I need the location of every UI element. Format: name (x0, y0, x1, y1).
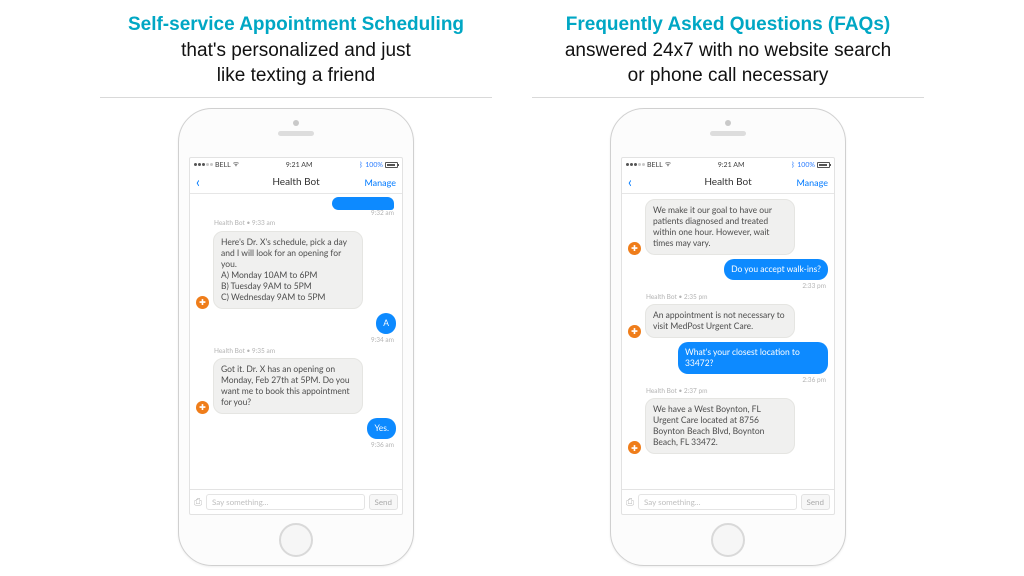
column-scheduling: Self-service Appointment Scheduling that… (100, 12, 492, 576)
manage-button[interactable]: Manage (796, 177, 828, 188)
message-input[interactable]: Say something... (206, 494, 365, 510)
user-message-bubble: What's your closest location to 33472? (678, 342, 828, 374)
divider (532, 97, 924, 98)
battery-pct: 100% (797, 161, 815, 169)
heading-sub1: answered 24x7 with no website search (565, 38, 891, 64)
phone-screen: BELL ᯤ 9:21 AM ᛒ 100% ‹ Health Bot Manag… (189, 157, 403, 515)
message-input[interactable]: Say something... (638, 494, 797, 510)
heading-sub1: that's personalized and just (128, 38, 464, 64)
phone-bottom-bezel (179, 515, 413, 565)
heading-right: Frequently Asked Questions (FAQs) answer… (565, 12, 891, 89)
bot-meta: Health Bot • 2:37 pm (646, 388, 828, 396)
status-time: 9:21 AM (239, 161, 359, 169)
heading-sub2: like texting a friend (128, 63, 464, 89)
location-icon[interactable]: ⎙ (194, 496, 202, 508)
heading-sub2: or phone call necessary (565, 63, 891, 89)
bot-message-bubble: We make it our goal to have our patients… (645, 199, 795, 255)
message-timestamp: 9:32 am (196, 210, 394, 218)
bot-meta: Health Bot • 9:35 am (214, 348, 396, 356)
bot-message-row: ✚ We make it our goal to have our patien… (628, 199, 828, 255)
phone-speaker-icon (278, 131, 314, 136)
status-bar: BELL ᯤ 9:21 AM ᛒ 100% (190, 158, 402, 172)
back-button[interactable]: ‹ (628, 175, 632, 189)
phone-camera-icon (293, 120, 299, 126)
heading-title: Self-service Appointment Scheduling (128, 12, 464, 38)
phone-frame: BELL ᯤ 9:21 AM ᛒ 100% ‹ Health Bot Manag… (610, 108, 846, 566)
bot-text: C) Wednesday 9AM to 5PM (221, 292, 355, 303)
user-message-row: What's your closest location to 33472? (628, 342, 828, 374)
bot-avatar-icon: ✚ (628, 441, 641, 454)
user-message-row: A (196, 313, 396, 334)
home-button[interactable] (711, 523, 745, 557)
back-button[interactable]: ‹ (196, 175, 200, 189)
heading-left: Self-service Appointment Scheduling that… (128, 12, 464, 89)
battery-icon (385, 162, 398, 168)
bot-message-bubble: An appointment is not necessary to visit… (645, 304, 795, 338)
messages-pane[interactable]: ✚ We make it our goal to have our patien… (622, 194, 834, 489)
bluetooth-icon: ᛒ (359, 161, 363, 169)
bot-text: Here's Dr. X's schedule, pick a day and … (221, 237, 355, 270)
status-time: 9:21 AM (671, 161, 791, 169)
phone-frame: BELL ᯤ 9:21 AM ᛒ 100% ‹ Health Bot Manag… (178, 108, 414, 566)
message-timestamp: 9:34 am (196, 337, 394, 345)
user-message-row: Do you accept walk-ins? (628, 259, 828, 280)
bot-meta: Health Bot • 2:35 pm (646, 294, 828, 302)
heading-title: Frequently Asked Questions (FAQs) (565, 12, 891, 38)
phone-speaker-icon (710, 131, 746, 136)
bot-avatar-icon: ✚ (196, 401, 209, 414)
signal-icon (194, 163, 213, 166)
bluetooth-icon: ᛒ (791, 161, 795, 169)
battery-pct: 100% (365, 161, 383, 169)
bot-text: B) Tuesday 9AM to 5PM (221, 281, 355, 292)
carrier-label: BELL (215, 161, 231, 169)
manage-button[interactable]: Manage (364, 177, 396, 188)
home-button[interactable] (279, 523, 313, 557)
bot-avatar-icon: ✚ (628, 325, 641, 338)
bot-message-bubble: Got it. Dr. X has an opening on Monday, … (213, 358, 363, 414)
bot-avatar-icon: ✚ (196, 296, 209, 309)
message-timestamp: 2:36 pm (628, 377, 826, 385)
user-message-stub (332, 197, 394, 210)
send-button[interactable]: Send (369, 494, 398, 510)
chat-header: ‹ Health Bot Manage (190, 172, 402, 194)
bot-message-row: ✚ We have a West Boynton, FL Urgent Care… (628, 398, 828, 454)
message-timestamp: 2:33 pm (628, 283, 826, 291)
bot-avatar-icon: ✚ (628, 242, 641, 255)
bot-message-row: ✚ Here's Dr. X's schedule, pick a day an… (196, 231, 396, 309)
bot-message-bubble: We have a West Boynton, FL Urgent Care l… (645, 398, 795, 454)
bot-meta: Health Bot • 9:33 am (214, 220, 396, 228)
status-bar: BELL ᯤ 9:21 AM ᛒ 100% (622, 158, 834, 172)
phone-top-bezel (611, 109, 845, 157)
battery-icon (817, 162, 830, 168)
bot-message-row: ✚ Got it. Dr. X has an opening on Monday… (196, 358, 396, 414)
input-bar: ⎙ Say something... Send (622, 489, 834, 514)
user-message-bubble: Do you accept walk-ins? (724, 259, 828, 280)
message-timestamp: 9:36 am (196, 442, 394, 450)
input-bar: ⎙ Say something... Send (190, 489, 402, 514)
phone-bottom-bezel (611, 515, 845, 565)
phone-camera-icon (725, 120, 731, 126)
location-icon[interactable]: ⎙ (626, 496, 634, 508)
bot-message-row: ✚ An appointment is not necessary to vis… (628, 304, 828, 338)
user-message-bubble: Yes. (367, 418, 396, 439)
phone-top-bezel (179, 109, 413, 157)
signal-icon (626, 163, 645, 166)
chat-header: ‹ Health Bot Manage (622, 172, 834, 194)
send-button[interactable]: Send (801, 494, 830, 510)
carrier-label: BELL (647, 161, 663, 169)
column-faq: Frequently Asked Questions (FAQs) answer… (532, 12, 924, 576)
messages-pane[interactable]: 9:32 am Health Bot • 9:33 am ✚ Here's Dr… (190, 194, 402, 489)
bot-text: A) Monday 10AM to 6PM (221, 270, 355, 281)
divider (100, 97, 492, 98)
phone-screen: BELL ᯤ 9:21 AM ᛒ 100% ‹ Health Bot Manag… (621, 157, 835, 515)
user-message-bubble: A (376, 313, 396, 334)
user-message-row: Yes. (196, 418, 396, 439)
bot-message-bubble: Here's Dr. X's schedule, pick a day and … (213, 231, 363, 309)
